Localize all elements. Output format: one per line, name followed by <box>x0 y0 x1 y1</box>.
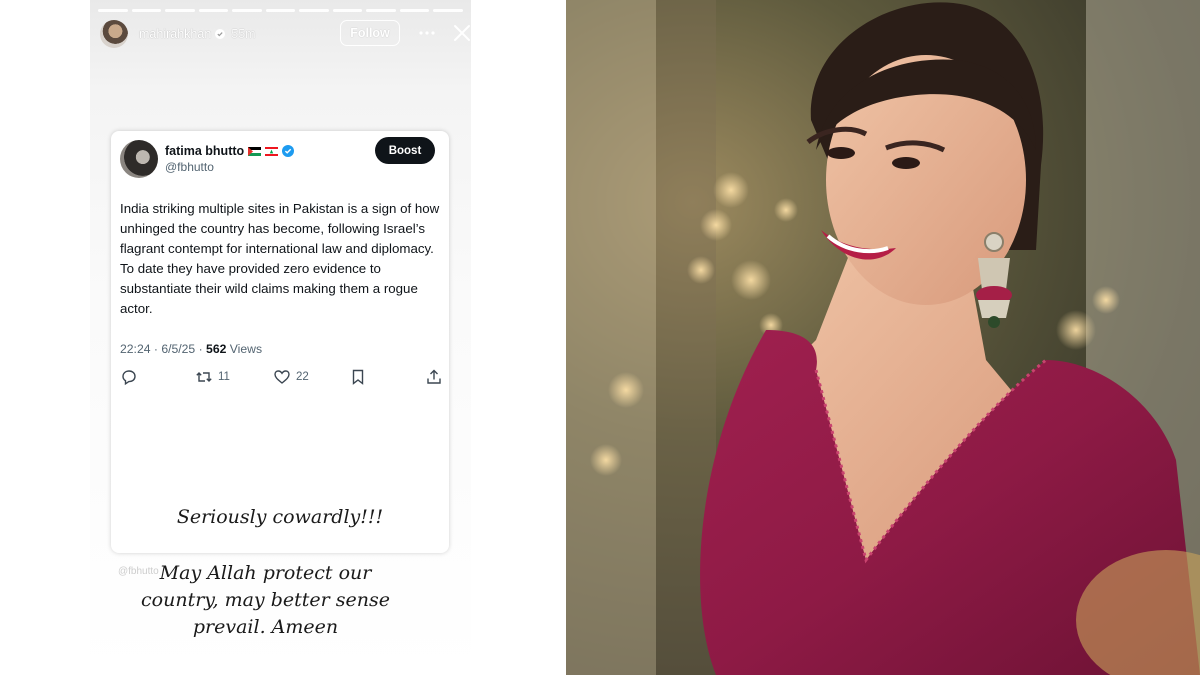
bookmark-icon <box>352 369 364 385</box>
retweet-count: 11 <box>218 371 230 383</box>
tweet-text: India striking multiple sites in Pakista… <box>120 201 440 316</box>
story-progress-bar <box>98 9 464 12</box>
like-button[interactable]: 22 <box>273 368 309 386</box>
retweet-button[interactable]: 11 <box>195 368 230 386</box>
avatar[interactable] <box>100 20 128 48</box>
story-username[interactable]: mahirahkhan <box>139 27 211 41</box>
tweet-card[interactable]: fatima bhutto @fbhutto Boost India strik… <box>111 131 449 553</box>
views-count: 562 <box>206 342 227 356</box>
share-button[interactable] <box>425 368 443 386</box>
instagram-story: mahirahkhan 55m Follow fatima bhutto @fb… <box>90 0 471 675</box>
tweet-author-name: fatima bhutto <box>165 144 245 158</box>
portrait-photo <box>566 0 1200 675</box>
verified-badge-icon <box>282 145 295 157</box>
reply-button[interactable] <box>120 368 138 386</box>
story-caption-1: Seriously cowardly!!! <box>176 506 384 528</box>
tweet-actions: 11 22 <box>120 368 443 388</box>
palestine-flag-icon <box>248 146 262 156</box>
views-label: Views <box>226 342 263 356</box>
more-icon[interactable] <box>418 25 436 41</box>
portrait-illustration <box>566 0 1200 675</box>
lebanon-flag-icon <box>265 146 279 156</box>
bookmark-button[interactable] <box>349 368 367 386</box>
tweet-meta: 22:24 · 6/5/25 · 562 Views <box>120 342 262 356</box>
story-time: 55m <box>231 27 256 41</box>
like-icon <box>274 370 290 384</box>
tweet-author-row[interactable]: fatima bhutto <box>165 144 295 158</box>
tweet-avatar[interactable] <box>120 140 158 178</box>
tweet-timestamp[interactable]: 22:24 · 6/5/25 · <box>120 342 206 356</box>
boost-button[interactable]: Boost <box>375 137 435 164</box>
reply-icon <box>122 370 136 386</box>
verified-badge-icon <box>215 29 226 39</box>
follow-button[interactable]: Follow <box>340 20 400 46</box>
retweet-icon <box>196 372 212 382</box>
tweet-handle[interactable]: @fbhutto <box>165 160 214 174</box>
story-caption-2: May Allah protect our country, may bette… <box>141 562 390 638</box>
like-count: 22 <box>296 371 309 383</box>
story-header: mahirahkhan 55m Follow <box>100 20 470 48</box>
close-icon[interactable] <box>452 23 471 43</box>
share-icon <box>427 369 441 384</box>
